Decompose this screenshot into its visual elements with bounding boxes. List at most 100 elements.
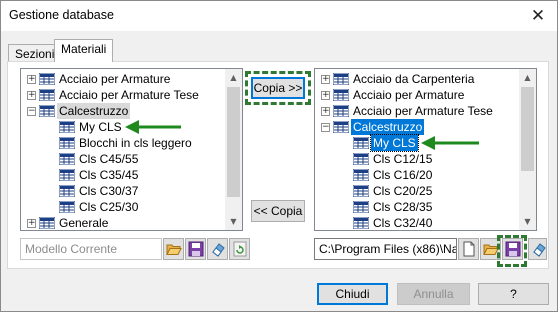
tree-node-label: Calcestruzzo [57, 103, 131, 119]
tree-node[interactable]: − Calcestruzzo [315, 119, 520, 135]
close-button[interactable]: Chiudi [317, 283, 388, 305]
erase-button[interactable] [528, 238, 547, 260]
database-table-icon [38, 72, 56, 86]
database-table-icon [58, 168, 76, 182]
copy-left-button[interactable]: << Copia [251, 200, 305, 222]
database-table-icon [332, 72, 350, 86]
tree-node[interactable]: + Acciaio per Armature Tese [21, 87, 226, 103]
expand-icon[interactable]: + [321, 107, 330, 116]
database-table-icon [38, 88, 56, 102]
tree-node[interactable]: + Generale [21, 215, 226, 230]
tree-node-label: Acciaio per Armature [59, 72, 171, 86]
current-model-field[interactable]: Modello Corrente [20, 238, 162, 260]
title-bar: Gestione database ✕ [1, 1, 557, 31]
save-icon [188, 241, 204, 257]
database-table-icon [332, 104, 350, 118]
database-table-icon [352, 152, 370, 166]
database-table-icon [58, 152, 76, 166]
tree-node-label: Cls C25/30 [79, 200, 139, 214]
tree-node-label: My CLS [370, 134, 419, 152]
scroll-up-icon[interactable]: ▲ [225, 69, 242, 86]
database-table-icon [38, 104, 56, 118]
tree-node[interactable]: + Acciaio per Armature Tese [315, 103, 520, 119]
database-table-icon [332, 120, 350, 134]
tree-node[interactable]: My CLS [21, 119, 226, 135]
arrow-annotation-icon [421, 136, 479, 150]
copy-right-button[interactable]: Copia >> [251, 77, 305, 99]
tree-node[interactable]: My CLS [315, 134, 520, 152]
vertical-scrollbar[interactable]: ▲ ▼ [225, 69, 242, 230]
window-title: Gestione database [9, 8, 114, 22]
tree-node[interactable]: + Acciaio per Armature [21, 71, 226, 87]
tree-node-label: My CLS [79, 120, 122, 134]
database-table-icon [38, 216, 56, 230]
tree-node[interactable]: Cls C45/55 [21, 151, 226, 167]
tree-node-label: Cls C30/37 [79, 184, 139, 198]
tree-node-label: Cls C20/25 [373, 184, 433, 198]
expand-icon[interactable]: + [27, 219, 36, 228]
tree-node[interactable]: Cls C12/15 [315, 151, 520, 167]
tree-node-label: Acciaio per Armature [353, 88, 465, 102]
close-icon[interactable]: ✕ [525, 5, 551, 27]
tree-node[interactable]: Cls C35/45 [21, 167, 226, 183]
tree-node[interactable]: Cls C16/20 [315, 167, 520, 183]
expand-icon[interactable]: + [321, 75, 330, 84]
tree-node-label: Cls C28/35 [373, 200, 433, 214]
arrow-annotation-icon [125, 120, 181, 134]
database-table-icon [352, 168, 370, 182]
tab-materiali[interactable]: Materiali [54, 39, 114, 62]
tree-node-label: Blocchi in cls leggero [79, 136, 192, 150]
database-path-field[interactable]: C:\Program Files (x86)\Nami [314, 238, 457, 260]
database-table-icon [352, 136, 370, 150]
tree-node[interactable]: + Acciaio da Carpenteria [315, 71, 520, 87]
scroll-thumb[interactable] [227, 87, 240, 197]
tree-node-label: Calcestruzzo [351, 119, 425, 135]
tree-node[interactable]: Cls C32/40 [315, 215, 520, 230]
tree-node-label: Acciaio da Carpenteria [353, 72, 475, 86]
expand-icon[interactable]: + [27, 75, 36, 84]
tree-node[interactable]: Cls C30/37 [21, 183, 226, 199]
save-button[interactable] [502, 238, 523, 260]
eraser-icon [533, 243, 546, 257]
scroll-thumb[interactable] [521, 87, 534, 171]
database-table-icon [332, 88, 350, 102]
database-table-icon [352, 216, 370, 230]
database-table-icon [58, 184, 76, 198]
expand-icon[interactable]: + [27, 91, 36, 100]
refresh-button[interactable] [229, 238, 250, 260]
tree-node[interactable]: Blocchi in cls leggero [21, 135, 226, 151]
database-table-icon [352, 184, 370, 198]
scroll-up-icon[interactable]: ▲ [519, 69, 536, 86]
scroll-down-icon[interactable]: ▼ [225, 213, 242, 230]
collapse-icon[interactable]: − [321, 123, 330, 132]
new-file-icon [463, 241, 475, 257]
open-folder-icon [166, 244, 182, 255]
save-icon [505, 241, 521, 257]
erase-button[interactable] [207, 238, 228, 260]
scroll-down-icon[interactable]: ▼ [519, 213, 536, 230]
tree-node[interactable]: Cls C20/25 [315, 183, 520, 199]
tree-node[interactable]: Cls C28/35 [315, 199, 520, 215]
database-table-icon [58, 200, 76, 214]
gestione-database-dialog: Gestione database ✕ Sezioni Materiali + … [0, 0, 558, 312]
tree-node-label: Acciaio per Armature Tese [59, 88, 199, 102]
tree-node[interactable]: + Acciaio per Armature [315, 87, 520, 103]
database-table-icon [58, 136, 76, 150]
tree-node-label: Cls C45/55 [79, 152, 139, 166]
tree-node-label: Cls C35/45 [79, 168, 139, 182]
database-table-icon [58, 120, 76, 134]
tree-node-label: Cls C16/20 [373, 168, 433, 182]
database-table-icon [352, 200, 370, 214]
cancel-button[interactable]: Annulla [397, 283, 470, 305]
collapse-icon[interactable]: − [27, 107, 36, 116]
tree-node[interactable]: − Calcestruzzo [21, 103, 226, 119]
left-material-tree[interactable]: + Acciaio per Armature + Acciaio per Arm… [20, 68, 243, 231]
save-button[interactable] [185, 238, 206, 260]
tree-node-label: Cls C12/15 [373, 152, 433, 166]
expand-icon[interactable]: + [321, 91, 330, 100]
vertical-scrollbar[interactable]: ▲ ▼ [519, 69, 536, 230]
tree-node[interactable]: Cls C25/30 [21, 199, 226, 215]
help-button[interactable]: ? [478, 283, 549, 305]
new-file-button[interactable] [458, 238, 479, 260]
open-folder-button[interactable] [163, 238, 184, 260]
